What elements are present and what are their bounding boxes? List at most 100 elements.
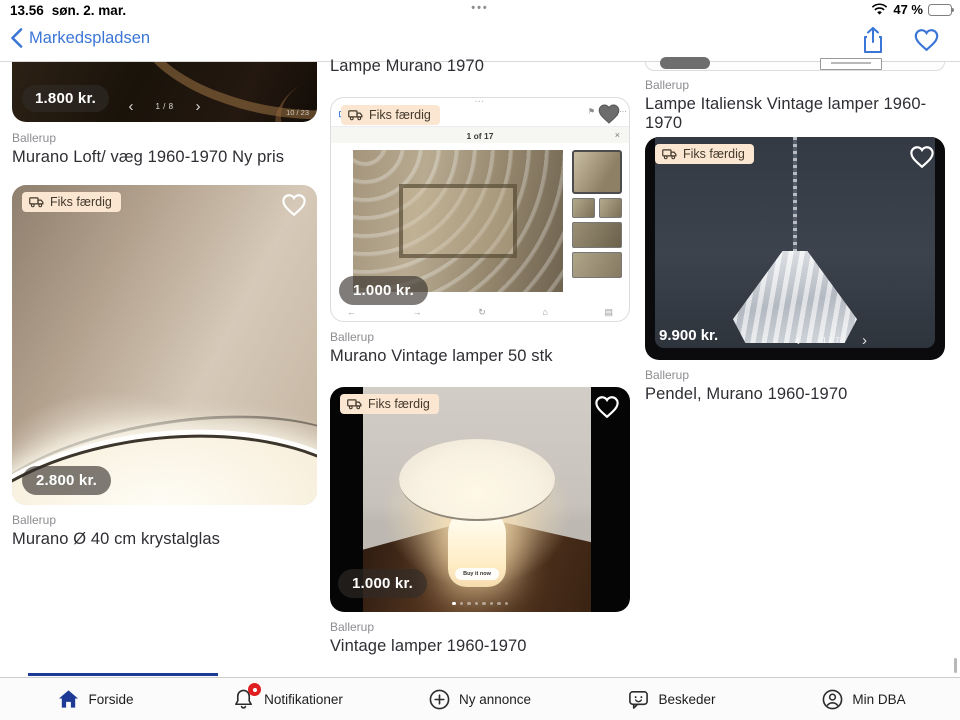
tab-beskeder[interactable]: Beskeder [576,678,768,720]
listing-title[interactable]: Lampe Murano 1970 [330,57,484,76]
favorites-heart-icon[interactable] [913,28,940,52]
listing-title[interactable]: Murano Vintage lamper 50 stk [330,347,553,366]
clock: 13.56 [10,3,44,18]
fiks-faerdig-label: Fiks færdig [368,397,430,411]
heart-icon[interactable] [281,193,307,217]
inner-back-icon: ← [347,307,356,318]
chat-bubble-icon [628,689,649,710]
heart-icon[interactable] [594,395,620,419]
buy-it-now-button[interactable]: Buy it now [455,568,499,580]
tab-label: Min DBA [852,692,905,707]
marketplace-screen: 13.56 søn. 2. mar. ••• 47 % Markedspladse… [0,0,960,720]
price-label: 9.900 kr. [659,327,718,344]
lamp-chain [793,137,797,255]
carousel-prev[interactable]: ‹ [795,333,800,348]
inner-browser-toolbar: ← → ↻ ⌂ ▤ [331,307,629,318]
image-carousel: ‹ 1 / 7 › [795,333,867,348]
back-label: Markedspladsen [29,29,150,48]
listing-image-pendel-murano[interactable]: Fiks færdig 9.900 kr. ‹ 1 / 7 › [645,137,945,360]
home-icon [58,689,79,709]
battery-percent: 47 % [893,2,923,17]
carousel-count: 1 / 7 [822,336,840,345]
fiks-faerdig-badge: Fiks færdig [22,192,121,212]
lamp-dome [399,439,555,521]
inner-bookmark-icon: ⚑ [588,107,595,116]
truck-icon [347,398,362,410]
carousel-prev[interactable]: ‹ [128,99,133,114]
tab-label: Beskeder [658,692,715,707]
person-circle-icon [822,689,843,710]
battery-icon [928,4,952,16]
listing-title[interactable]: Murano Ø 40 cm krystalglas [12,530,220,549]
multitask-handle[interactable]: ••• [471,2,489,14]
date: søn. 2. mar. [52,3,126,18]
status-time-date: 13.56 søn. 2. mar. [10,3,126,18]
inner-reload-icon: ↻ [478,307,486,318]
fiks-faerdig-badge: Fiks færdig [341,105,440,125]
heart-icon[interactable] [597,103,621,125]
notification-badge [248,683,261,696]
truck-icon [662,148,677,160]
listing-image-vintage-lamper[interactable]: Buy it now Fiks færdig 1.000 kr. [330,387,630,612]
inner-photo-counter-bar: 1 of 17 × [331,126,629,143]
carousel-dots [452,602,508,606]
listing-title[interactable]: Lampe Italiensk Vintage lamper 1960-1970 [645,95,960,133]
wifi-icon [871,3,888,16]
carousel-count: 1 / 8 [155,102,173,111]
image-carousel: ‹ 1 / 8 › [128,99,200,114]
listing-location: Ballerup [645,78,689,92]
carousel-next[interactable]: › [862,333,867,348]
tab-forside[interactable]: Forside [0,678,192,720]
price-badge: 2.800 kr. [22,466,111,495]
tab-notifikationer[interactable]: Notifikationer [192,678,384,720]
inner-forward-icon: → [413,307,422,318]
listing-image-murano-krystalglas[interactable]: Fiks færdig 2.800 kr. [12,185,317,505]
listing-location: Ballerup [12,513,56,527]
listing-image-murano-loft[interactable]: 1.800 kr. ‹ 1 / 8 › 10 / 23 [12,62,317,122]
listing-title[interactable]: Pendel, Murano 1960-1970 [645,385,847,404]
plus-circle-icon [429,689,450,710]
thumbnail [572,198,595,218]
carousel-next[interactable]: › [196,99,201,114]
listing-title[interactable]: Murano Loft/ væg 1960-1970 Ny pris [12,148,284,167]
tab-ny-annonce[interactable]: Ny annonce [384,678,576,720]
thumbnail [572,222,622,248]
nav-bar: Markedspladsen [0,20,960,62]
tab-bar: Forside Notifikationer Ny annonce [0,677,960,720]
back-chevron-icon [10,28,23,48]
tab-label: Notifikationer [264,692,343,707]
status-bar: 13.56 søn. 2. mar. ••• 47 % [0,0,960,20]
inner-thumbnails [572,150,622,278]
listing-image-murano-50stk[interactable]: ··· DEUTSCH DANSK lutter 1 of 17 × [330,97,630,322]
buy-button-cropped[interactable] [820,58,882,70]
fiks-faerdig-label: Fiks færdig [50,195,112,209]
tab-min-dba[interactable]: Min DBA [768,678,960,720]
price-badge: 1.000 kr. [339,276,428,305]
fiks-faerdig-badge: Fiks færdig [655,144,754,164]
inner-home-icon: ⌂ [542,307,547,318]
listing-location: Ballerup [330,620,374,634]
inner-close-icon: × [615,130,620,140]
thumbnail [572,252,622,278]
listing-location: Ballerup [330,330,374,344]
heart-icon[interactable] [909,145,935,169]
share-icon[interactable] [861,26,885,54]
truck-icon [29,196,44,208]
thumbnail [599,198,622,218]
back-button[interactable]: Markedspladsen [10,28,150,48]
truck-icon [348,109,363,121]
photo-panel [655,137,935,348]
tab-label: Forside [88,692,133,707]
glass-lamp-frame [399,184,517,258]
listing-title[interactable]: Vintage lamper 1960-1970 [330,637,527,656]
listing-image-lampe-italiensk[interactable] [645,62,945,71]
result-index: 10 / 23 [286,108,309,117]
listing-location: Ballerup [645,368,689,382]
active-tab-indicator [28,673,218,676]
fiks-faerdig-label: Fiks færdig [369,108,431,122]
price-badge: 1.800 kr. [22,85,109,112]
tab-label: Ny annonce [459,692,531,707]
inner-more-icon: ··· [619,107,627,116]
scrollbar[interactable] [954,658,957,673]
price-badge-cropped [660,57,710,69]
